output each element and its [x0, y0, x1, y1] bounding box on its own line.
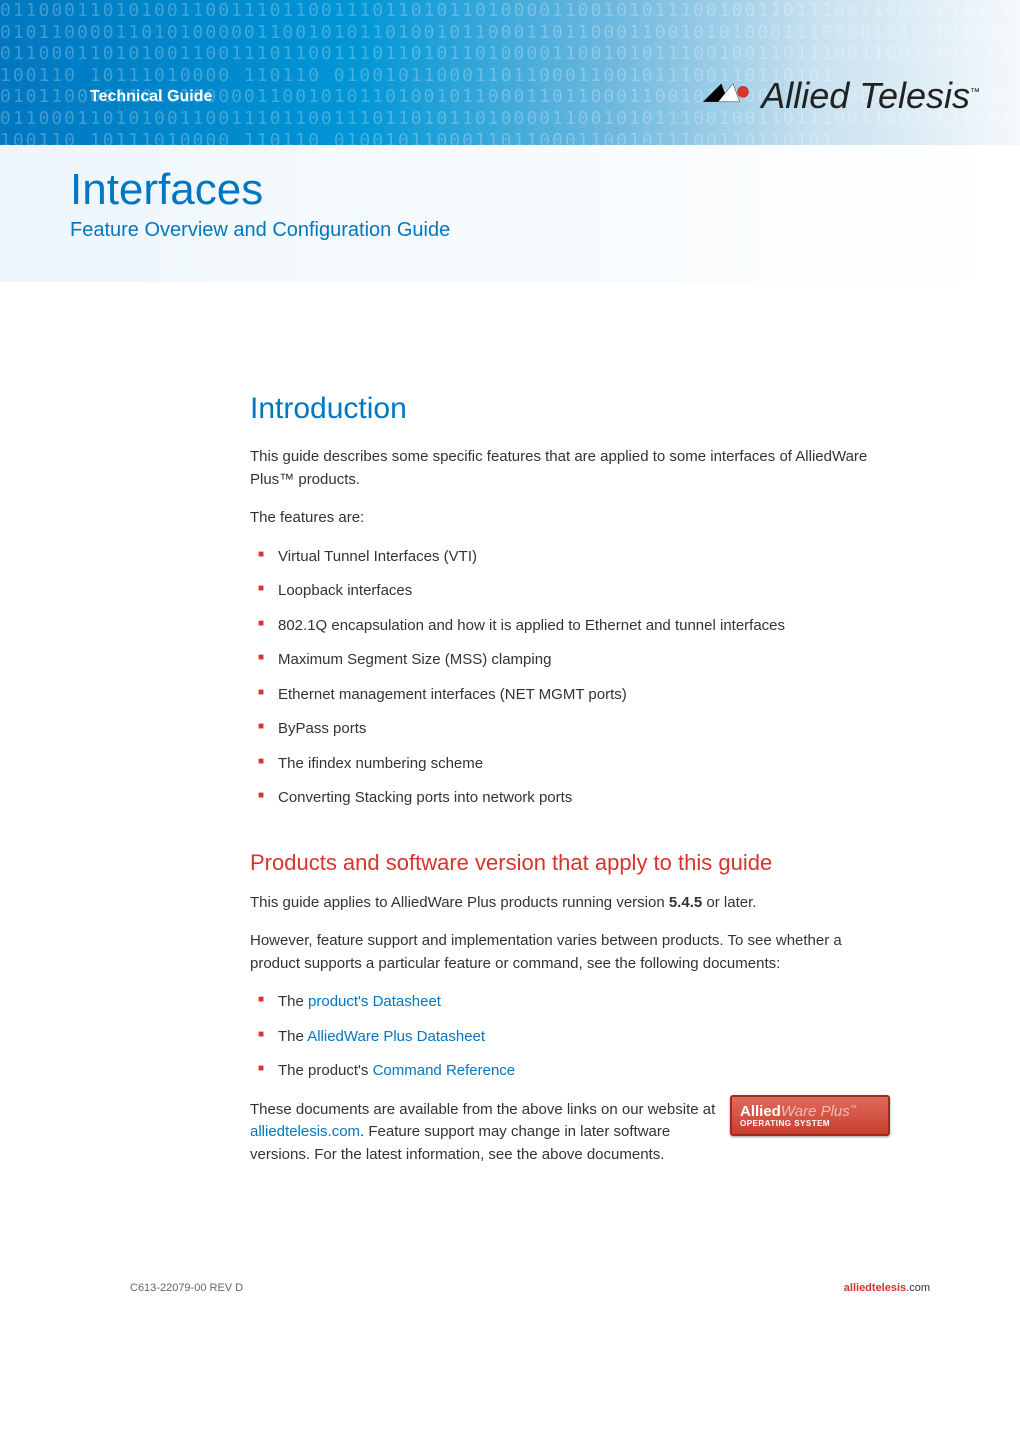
header-banner: 0110001101010011001110110011101101011010… [0, 0, 1020, 145]
command-reference-link[interactable]: Command Reference [373, 1062, 516, 1079]
page-subtitle: Feature Overview and Configuration Guide [70, 219, 1020, 242]
title-block: Interfaces Feature Overview and Configur… [0, 145, 1020, 282]
documents-list: The product's Datasheet The AlliedWare P… [250, 991, 890, 1083]
products-paragraph-2: However, feature support and implementat… [250, 930, 890, 975]
products-paragraph-1: This guide applies to AlliedWare Plus pr… [250, 892, 890, 915]
feature-item: The ifindex numbering scheme [250, 753, 890, 776]
intro-paragraph-1: This guide describes some specific featu… [250, 446, 890, 491]
document-id: C613-22079-00 REV D [130, 1282, 243, 1294]
document-item: The AlliedWare Plus Datasheet [250, 1026, 890, 1049]
feature-item: Converting Stacking ports into network p… [250, 787, 890, 810]
main-content: Introduction This guide describes some s… [0, 282, 1020, 1242]
logo-icon [703, 82, 753, 110]
feature-item: Virtual Tunnel Interfaces (VTI) [250, 546, 890, 569]
feature-item: Loopback interfaces [250, 580, 890, 603]
company-logo: Allied Telesis™ [703, 75, 980, 117]
binary-background: 0110001101010011001110110011101101011010… [0, 0, 1020, 145]
page-footer: C613-22079-00 REV D alliedtelesis.com [0, 1242, 1020, 1334]
page-title: Interfaces [70, 165, 1020, 215]
alliedware-plus-badge: AlliedWare Plus™ OPERATING SYSTEM [730, 1095, 890, 1136]
badge-brand-2: Ware Plus™ [781, 1103, 857, 1120]
footer-website: alliedtelesis.com [844, 1282, 930, 1294]
products-heading: Products and software version that apply… [250, 850, 890, 876]
badge-brand-1: Allied [740, 1103, 781, 1120]
logo-text: Allied Telesis™ [761, 75, 980, 117]
feature-item: Ethernet management interfaces (NET MGMT… [250, 684, 890, 707]
feature-item: ByPass ports [250, 718, 890, 741]
document-item: The product's Datasheet [250, 991, 890, 1014]
alliedware-datasheet-link[interactable]: AlliedWare Plus Datasheet [307, 1028, 485, 1045]
feature-item: 802.1Q encapsulation and how it is appli… [250, 615, 890, 638]
website-link[interactable]: alliedtelesis.com [250, 1123, 360, 1140]
intro-paragraph-2: The features are: [250, 507, 890, 530]
features-list: Virtual Tunnel Interfaces (VTI) Loopback… [250, 546, 890, 810]
feature-item: Maximum Segment Size (MSS) clamping [250, 649, 890, 672]
datasheet-link[interactable]: product's Datasheet [308, 993, 441, 1010]
technical-guide-label: Technical Guide [90, 88, 212, 106]
introduction-heading: Introduction [250, 392, 890, 426]
badge-subtitle: OPERATING SYSTEM [740, 1119, 880, 1128]
document-item: The product's Command Reference [250, 1060, 890, 1083]
